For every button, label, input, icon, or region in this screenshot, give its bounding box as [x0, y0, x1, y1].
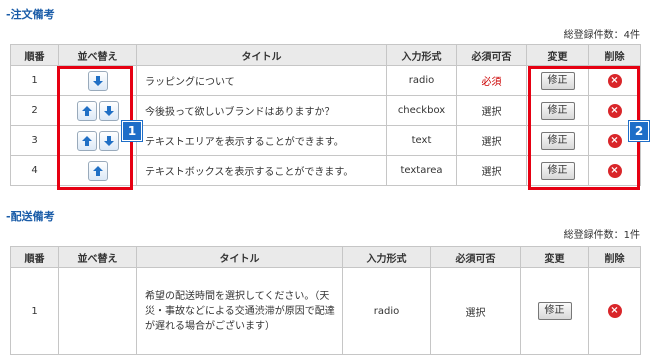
section-title-order-notes: -注文備考 [6, 8, 55, 21]
header-delete: 削除 [588, 246, 641, 268]
row-required: 選択 [456, 95, 527, 126]
header-order: 順番 [10, 246, 59, 268]
table-header-row: 順番 並べ替え タイトル 入力形式 必須可否 変更 削除 [10, 44, 641, 66]
row-order: 2 [10, 95, 59, 126]
header-required: 必須可否 [456, 44, 527, 66]
header-edit: 変更 [526, 44, 589, 66]
header-required: 必須可否 [430, 246, 521, 268]
row-title: 今後扱って欲しいブランドはありますか？ [136, 95, 387, 126]
row-required: 選択 [430, 267, 521, 355]
annotation-badge-2: 2 [629, 121, 649, 141]
row-required: 必須 [456, 65, 527, 96]
header-input-type: 入力形式 [386, 44, 457, 66]
row-title: テキストエリアを表示することができます。 [136, 125, 387, 156]
row-required: 選択 [456, 155, 527, 186]
table-header-row: 順番 並べ替え タイトル 入力形式 必須可否 変更 削除 [10, 246, 641, 268]
row-title: テキストボックスを表示することができます。 [136, 155, 387, 186]
section-title-delivery-notes: -配送備考 [6, 210, 55, 223]
sort-cell [58, 267, 137, 355]
row-order: 4 [10, 155, 59, 186]
edit-cell: 修正 [520, 267, 589, 355]
row-title: ラッピングについて [136, 65, 387, 96]
header-sort: 並べ替え [58, 246, 137, 268]
header-sort: 並べ替え [58, 44, 137, 66]
total-count: 総登録件数：1件 [563, 230, 640, 241]
row-order: 1 [10, 65, 59, 96]
header-order: 順番 [10, 44, 59, 66]
annotation-badge-1: 1 [122, 121, 142, 141]
row-input-type: textarea [386, 155, 457, 186]
header-edit: 変更 [520, 246, 589, 268]
delete-cell: × [588, 267, 641, 355]
edit-delete-highlight-box [528, 66, 640, 190]
table-row: 1 希望の配送時間を選択してください。（天災・事故などによる交通渋滞が原因で配達… [10, 267, 641, 355]
row-input-type: radio [342, 267, 431, 355]
row-required: 選択 [456, 125, 527, 156]
delivery-notes-table: 順番 並べ替え タイトル 入力形式 必須可否 変更 削除 1 希望の配送時間を選… [10, 246, 641, 355]
row-title: 希望の配送時間を選択してください。（天災・事故などによる交通渋滞が原因で配達が遅… [136, 267, 343, 355]
row-order: 3 [10, 125, 59, 156]
row-input-type: text [386, 125, 457, 156]
row-input-type: radio [386, 65, 457, 96]
header-title: タイトル [136, 246, 343, 268]
delete-x-icon[interactable]: × [607, 304, 622, 318]
header-title: タイトル [136, 44, 387, 66]
row-order: 1 [10, 267, 59, 355]
edit-button[interactable]: 修正 [537, 302, 572, 320]
header-delete: 削除 [588, 44, 641, 66]
total-count: 総登録件数：4件 [563, 30, 640, 41]
row-input-type: checkbox [386, 95, 457, 126]
header-input-type: 入力形式 [342, 246, 431, 268]
